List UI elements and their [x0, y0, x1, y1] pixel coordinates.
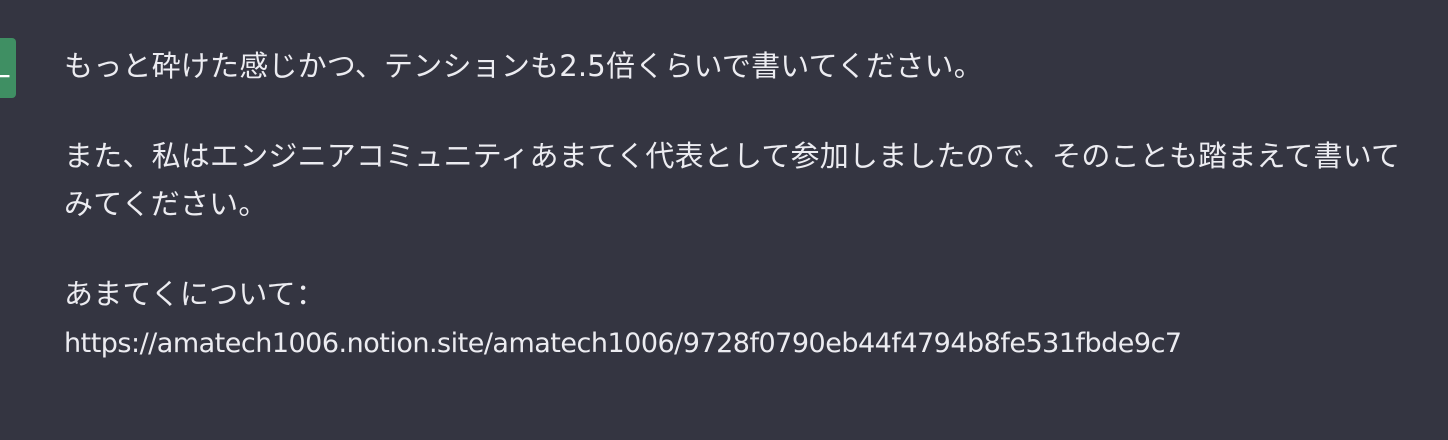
message-paragraph-3: あまてくについて： https://amatech1006.notion.site…: [64, 270, 1404, 368]
user-message-row: L もっと砕けた感じかつ、テンションも2.5倍くらいで書いてください。 また、私…: [0, 0, 1448, 440]
message-paragraph-1: もっと砕けた感じかつ、テンションも2.5倍くらいで書いてください。: [64, 49, 983, 83]
message-body: もっと砕けた感じかつ、テンションも2.5倍くらいで書いてください。 また、私はエ…: [64, 42, 1404, 368]
user-avatar: L: [0, 38, 16, 98]
notion-url-text: https://amatech1006.notion.site/amatech1…: [64, 328, 1182, 359]
about-label: あまてくについて：: [64, 277, 326, 311]
message-paragraph-2: また、私はエンジニアコミュニティあまてく代表として参加しましたので、そのことも踏…: [64, 139, 1401, 221]
avatar-letter: L: [0, 51, 10, 84]
